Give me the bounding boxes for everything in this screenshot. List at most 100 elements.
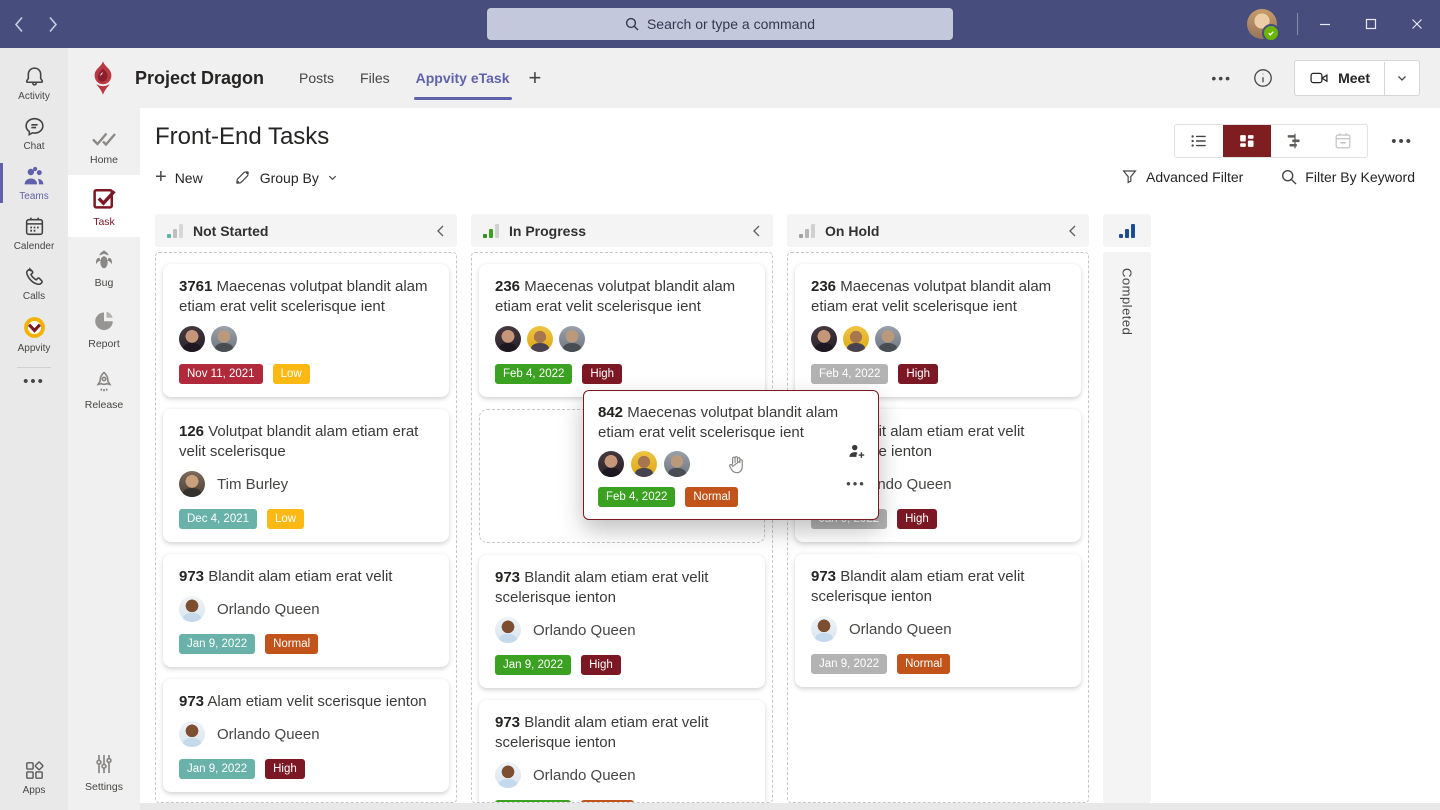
rail-item-activity[interactable]: Activity — [0, 58, 68, 108]
pie-chart-icon — [91, 308, 117, 334]
dragged-task-card[interactable]: 842 Maecenas volutpat blandit alam etiam… — [583, 390, 879, 520]
task-card[interactable]: 973 Blandit alam etiam erat velit sceler… — [479, 555, 765, 688]
collapsed-column-body[interactable]: Completed — [1103, 252, 1151, 803]
etask-main: Front-End Tasks New Group By — [140, 108, 1440, 810]
sidebar-item-task[interactable]: Task — [68, 175, 140, 237]
rail-item-chat[interactable]: Chat — [0, 108, 68, 158]
tab-appvity-etask[interactable]: Appvity eTask — [403, 48, 523, 108]
task-id: 973 — [495, 714, 520, 731]
collapse-column-icon[interactable] — [1067, 224, 1077, 238]
gantt-view-button[interactable] — [1271, 125, 1319, 157]
rail-item-teams[interactable]: Teams — [0, 158, 68, 208]
task-card[interactable]: 126 Volutpat blandit alam etiam erat vel… — [163, 409, 449, 542]
chevron-down-icon — [327, 172, 338, 183]
advanced-filter-button[interactable]: Advanced Filter — [1121, 168, 1243, 185]
task-title: Blandit alam etiam erat velit scelerisqu… — [811, 568, 1024, 605]
group-by-dropdown[interactable]: Group By — [233, 168, 338, 187]
horizontal-scrollbar[interactable] — [140, 803, 1440, 810]
phone-icon — [23, 265, 46, 288]
avatar — [811, 326, 837, 352]
priority-badge: High — [265, 759, 305, 779]
new-task-button[interactable]: New — [155, 170, 203, 186]
command-search-input[interactable]: Search or type a command — [487, 8, 953, 40]
rail-label: Activity — [18, 91, 50, 102]
avatar — [875, 326, 901, 352]
due-date-badge: Jan 9, 2022 — [495, 655, 571, 675]
task-title: Maecenas volutpat blandit alam etiam era… — [811, 278, 1051, 315]
filter-keyword-input[interactable]: Filter By Keyword — [1281, 169, 1415, 185]
column-header[interactable] — [1103, 214, 1151, 247]
task-card[interactable]: 973 Alam etiam velit scerisque ienton Or… — [163, 679, 449, 792]
task-title: Volutpat blandit alam etiam erat velit s… — [179, 423, 418, 460]
priority-badge: Normal — [897, 654, 950, 674]
sidebar-item-bug[interactable]: Bug — [68, 237, 140, 298]
forward-icon[interactable] — [48, 16, 58, 33]
rail-item-appvity[interactable]: Appvity — [0, 308, 68, 360]
rail-item-apps[interactable]: Apps — [0, 752, 68, 802]
collapse-column-icon[interactable] — [751, 224, 761, 238]
views-more-icon[interactable] — [1391, 133, 1413, 150]
priority-badge: High — [581, 655, 621, 675]
tab-files[interactable]: Files — [347, 48, 403, 108]
close-button[interactable] — [1394, 0, 1440, 48]
sidebar-label: Release — [85, 399, 124, 411]
meet-dropdown-button[interactable] — [1385, 61, 1419, 95]
sidebar-label: Task — [93, 216, 115, 228]
card-more-icon[interactable] — [846, 476, 866, 491]
status-chart-icon — [1119, 224, 1135, 238]
task-card[interactable]: 973 Blandit alam etiam erat velit sceler… — [795, 554, 1081, 687]
due-date-badge: Dec 4, 2021 — [179, 509, 257, 529]
due-date-badge: Jan 9, 2022 — [179, 759, 255, 779]
task-id: 973 — [179, 693, 204, 710]
assignee-name: Tim Burley — [217, 476, 288, 493]
minimize-button[interactable] — [1302, 0, 1348, 48]
rail-item-calls[interactable]: Calls — [0, 258, 68, 308]
rail-more-icon[interactable] — [23, 373, 45, 390]
avatar — [527, 326, 553, 352]
assignee-name: Orlando Queen — [533, 622, 636, 639]
sidebar-item-report[interactable]: Report — [68, 298, 140, 359]
team-logo — [85, 59, 121, 97]
search-placeholder: Search or type a command — [647, 16, 815, 32]
avatar — [559, 326, 585, 352]
assignee-name: Orlando Queen — [217, 601, 320, 618]
list-view-button[interactable] — [1175, 125, 1223, 157]
calendar-view-button[interactable] — [1319, 125, 1367, 157]
channel-more-icon[interactable] — [1211, 70, 1232, 86]
collapse-column-icon[interactable] — [435, 224, 445, 238]
task-card[interactable]: 236 Maecenas volutpat blandit alam etiam… — [479, 264, 765, 397]
sidebar-item-settings[interactable]: Settings — [68, 741, 140, 802]
etask-sidebar: Home Task Bug Report Release Settings — [68, 108, 140, 810]
due-date-badge: Feb 4, 2022 — [495, 364, 572, 384]
meet-button[interactable]: Meet — [1294, 60, 1420, 96]
info-icon[interactable] — [1252, 67, 1274, 89]
back-icon[interactable] — [14, 16, 24, 33]
task-card[interactable]: 973 Blandit alam etiam erat velit Orland… — [163, 554, 449, 667]
assign-person-icon[interactable] — [846, 441, 866, 461]
sidebar-label: Bug — [95, 277, 114, 289]
search-icon — [625, 17, 639, 31]
column-body: 3761 Maecenas volutpat blandit alam etia… — [155, 252, 457, 803]
add-tab-button[interactable]: + — [529, 65, 542, 91]
task-card[interactable]: 3761 Maecenas volutpat blandit alam etia… — [163, 264, 449, 397]
user-avatar[interactable] — [1247, 9, 1277, 39]
column-title: Not Started — [193, 223, 268, 239]
sidebar-item-release[interactable]: Release — [68, 359, 140, 420]
sidebar-item-home[interactable]: Home — [68, 116, 140, 175]
task-card[interactable]: 236 Maecenas volutpat blandit alam etiam… — [795, 264, 1081, 397]
funnel-icon — [1121, 168, 1138, 185]
tab-posts[interactable]: Posts — [286, 48, 347, 108]
assignee-avatars — [811, 326, 1065, 352]
task-title: Maecenas volutpat blandit alam etiam era… — [495, 278, 735, 315]
camera-icon — [1309, 68, 1329, 88]
assignee-name: Orlando Queen — [849, 621, 952, 638]
board-view-button[interactable] — [1223, 125, 1271, 157]
task-card[interactable]: 973 Blandit alam etiam erat velit sceler… — [479, 700, 765, 803]
avatar — [211, 326, 237, 352]
maximize-button[interactable] — [1348, 0, 1394, 48]
apps-icon — [23, 759, 46, 782]
avatar — [811, 616, 837, 642]
rail-item-calender[interactable]: Calender — [0, 208, 68, 258]
avatar — [495, 617, 521, 643]
presence-available-icon — [1262, 24, 1280, 42]
